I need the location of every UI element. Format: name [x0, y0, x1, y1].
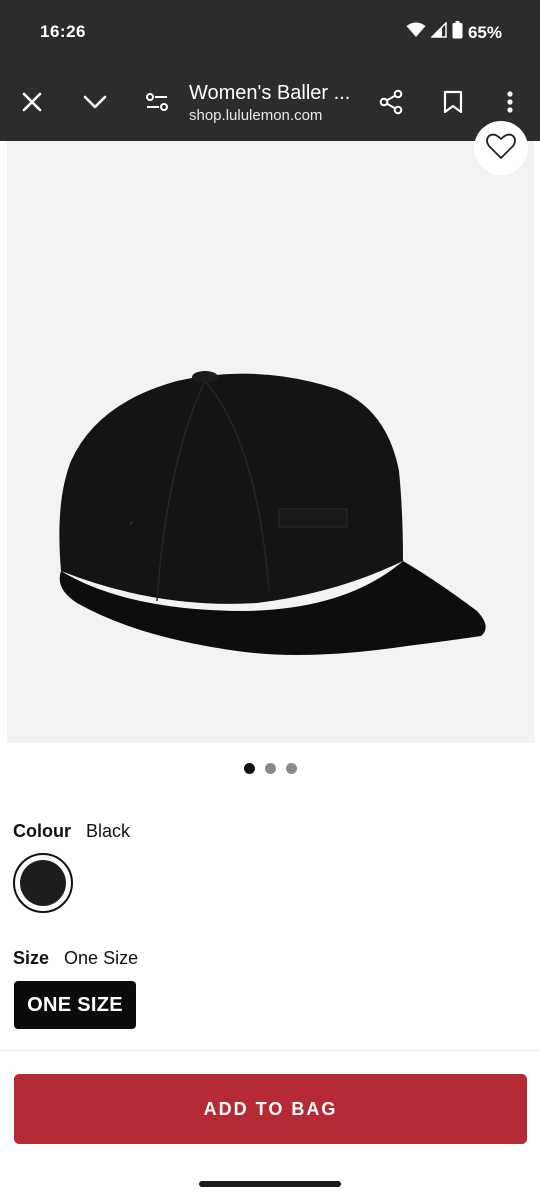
- custom-tab-toolbar: Women's Baller ... shop.lululemon.com: [0, 64, 540, 141]
- bookmark-icon[interactable]: [435, 84, 471, 120]
- size-row: Size One Size: [13, 948, 138, 969]
- chevron-down-icon[interactable]: [77, 84, 113, 120]
- more-vert-icon[interactable]: [492, 84, 528, 120]
- size-label: Size: [13, 948, 50, 968]
- tune-icon[interactable]: [139, 84, 175, 120]
- colour-swatch-black[interactable]: [13, 853, 73, 913]
- product-image-carousel[interactable]: [7, 141, 534, 743]
- status-icons: 65%: [406, 21, 502, 44]
- colour-swatch-fill: [20, 860, 66, 906]
- battery-icon: [452, 21, 463, 44]
- page-title: Women's Baller ...: [189, 82, 351, 104]
- colour-label: Colour: [13, 821, 71, 841]
- carousel-dot[interactable]: [243, 763, 255, 774]
- carousel-dot[interactable]: [285, 763, 297, 774]
- gesture-nav-bar: [0, 1170, 540, 1200]
- status-bar: 16:26 65%: [0, 0, 540, 64]
- size-value: One Size: [64, 948, 139, 968]
- status-time: 16:26: [40, 22, 86, 41]
- battery-percent: 65%: [467, 22, 502, 42]
- toolbar-title-area[interactable]: Women's Baller ... shop.lululemon.com: [189, 81, 364, 126]
- close-icon[interactable]: [14, 84, 50, 120]
- heart-icon: [486, 132, 516, 165]
- wishlist-button[interactable]: [474, 121, 528, 175]
- wifi-icon: [406, 22, 426, 43]
- colour-row: Colour Black: [13, 821, 130, 842]
- page-url: shop.lululemon.com: [189, 107, 323, 124]
- baseball-cap-image: [59, 371, 486, 655]
- signal-icon: [430, 21, 447, 43]
- colour-value: Black: [86, 821, 131, 841]
- carousel-dot[interactable]: [264, 763, 276, 774]
- add-to-bag-bar: ADD TO BAG: [0, 1050, 540, 1170]
- product-page: Colour Black Size One Size ONE SIZE: [0, 121, 540, 1170]
- home-gesture-pill[interactable]: [199, 1181, 341, 1187]
- add-to-bag-button[interactable]: ADD TO BAG: [14, 1074, 527, 1144]
- size-option-button[interactable]: ONE SIZE: [14, 981, 136, 1029]
- carousel-dots: [0, 763, 540, 774]
- share-icon[interactable]: [373, 84, 409, 120]
